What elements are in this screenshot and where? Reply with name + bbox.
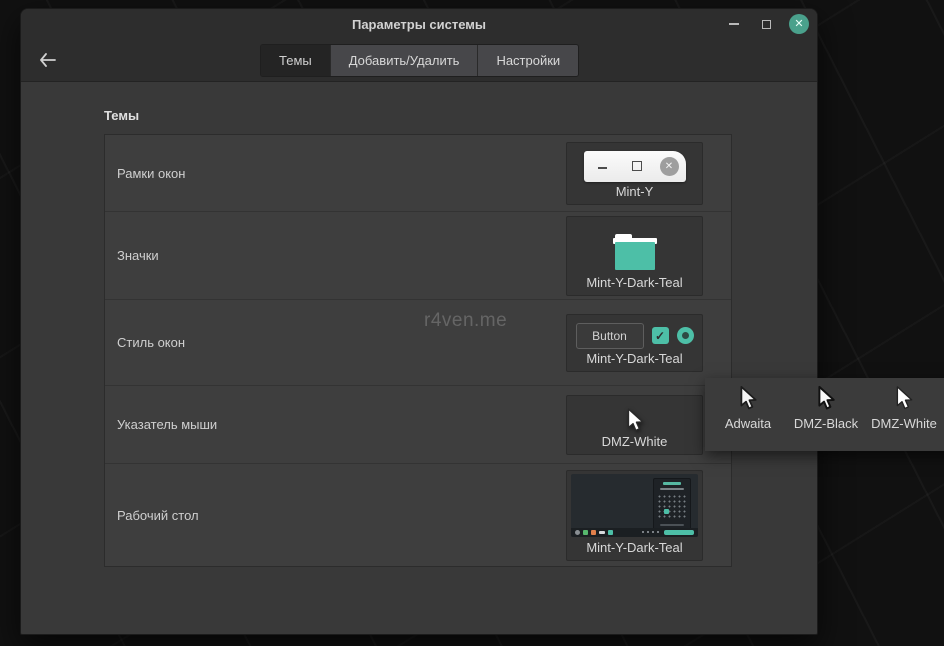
row-desktop: Рабочий стол Mint [105, 464, 731, 566]
minimize-button[interactable] [725, 15, 743, 33]
theme-value: DMZ-White [602, 434, 668, 454]
section-heading: Темы [104, 108, 817, 123]
preview-radio-icon [677, 327, 694, 344]
window-controls: ✕ [725, 9, 809, 39]
theme-value: Mint-Y [616, 184, 654, 204]
tab-settings[interactable]: Настройки [478, 45, 578, 76]
maximize-button[interactable] [757, 15, 775, 33]
cursor-icon [815, 385, 837, 413]
back-button[interactable] [34, 47, 60, 73]
minimize-icon [729, 23, 739, 25]
cursor-icon [737, 385, 759, 413]
window-title: Параметры системы [352, 17, 486, 32]
row-label: Рабочий стол [105, 508, 566, 523]
window-border-preview: ✕ [584, 151, 686, 182]
theme-value: Mint-Y-Dark-Teal [586, 351, 682, 371]
titlebar: Параметры системы ✕ [21, 9, 817, 39]
preview-checkbox-icon: ✓ [652, 327, 669, 344]
row-icons: Значки Mint-Y-Dark-Teal [105, 212, 731, 300]
tab-add-remove[interactable]: Добавить/Удалить [331, 45, 479, 76]
folder-icon [612, 234, 658, 272]
row-window-borders: Рамки окон ✕ Mint-Y [105, 135, 731, 212]
row-mouse-pointer: Указатель мыши DMZ-White [105, 386, 731, 464]
row-label: Указатель мыши [105, 417, 566, 432]
close-button[interactable]: ✕ [789, 14, 809, 34]
theme-value: Mint-Y-Dark-Teal [586, 540, 682, 560]
preview-maximize-icon [632, 161, 642, 171]
cursor-icon [893, 385, 915, 413]
desktop-preview [571, 474, 698, 537]
cursor-theme-button[interactable]: DMZ-White [566, 395, 703, 455]
close-icon: ✕ [794, 19, 803, 30]
tab-bar: Темы Добавить/Удалить Настройки [260, 44, 579, 77]
calendar-widget-preview [653, 478, 691, 530]
cursor-option-dmz-white[interactable]: DMZ-White [865, 385, 943, 431]
volume-slider-preview [664, 530, 694, 535]
row-label: Стиль окон [105, 335, 566, 350]
cursor-icon [624, 408, 646, 434]
system-settings-window: Параметры системы ✕ Темы Добавить/Удалит… [20, 8, 818, 635]
content-area: Темы Рамки окон ✕ Mint-Y Значки [21, 82, 817, 634]
taskbar-preview [571, 528, 698, 537]
header-bar: Темы Добавить/Удалить Настройки [21, 39, 817, 82]
theme-value: Mint-Y-Dark-Teal [586, 275, 682, 295]
cursor-theme-popup: Adwaita DMZ-Black DMZ-White [705, 378, 944, 451]
back-arrow-icon [39, 53, 56, 67]
widget-theme-button[interactable]: Button ✓ Mint-Y-Dark-Teal [566, 314, 703, 372]
cursor-option-adwaita[interactable]: Adwaita [709, 385, 787, 431]
row-label: Значки [105, 248, 566, 263]
desktop-theme-button[interactable]: Mint-Y-Dark-Teal [566, 470, 703, 561]
maximize-icon [762, 20, 771, 29]
widget-preview: Button ✓ [576, 323, 694, 349]
row-label: Рамки окон [105, 166, 566, 181]
tab-themes[interactable]: Темы [261, 45, 331, 76]
icon-theme-button[interactable]: Mint-Y-Dark-Teal [566, 216, 703, 296]
preview-close-icon: ✕ [660, 157, 679, 176]
preview-button-widget: Button [576, 323, 644, 349]
window-border-theme-button[interactable]: ✕ Mint-Y [566, 142, 703, 205]
cursor-option-dmz-black[interactable]: DMZ-Black [787, 385, 865, 431]
preview-minimize-icon [598, 167, 607, 169]
row-window-style: Стиль окон Button ✓ Mint-Y-Dark-Teal [105, 300, 731, 386]
watermark: r4ven.me [424, 310, 507, 332]
themes-panel: Рамки окон ✕ Mint-Y Значки M [104, 134, 732, 567]
